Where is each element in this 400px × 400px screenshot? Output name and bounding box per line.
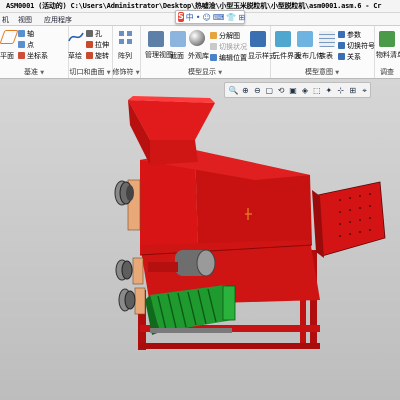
group-model-intent-label[interactable]: 模型意图 ▼: [270, 67, 374, 77]
group-investigate-label[interactable]: 调查: [374, 67, 400, 77]
pattern-button[interactable]: 阵列: [118, 51, 132, 61]
refit-icon[interactable]: 🔍: [228, 85, 239, 96]
edit-position-button[interactable]: 编辑位置: [210, 53, 247, 63]
component-interface-icon: [275, 31, 291, 47]
ime-toolbar[interactable]: S 中 • ☺ ⌨ 👕 ⊞: [175, 10, 245, 24]
menu-view[interactable]: 视图: [18, 15, 32, 25]
menu-applications[interactable]: 应用程序: [44, 15, 72, 25]
switch-symbols-button[interactable]: 切换符号: [338, 41, 375, 51]
plane-button[interactable]: 平面: [0, 51, 14, 61]
group-cuts-label[interactable]: 切口和曲面 ▼: [68, 67, 112, 77]
extrude-icon: [86, 41, 93, 48]
chevron-down-icon: ▼: [135, 70, 140, 76]
ime-menu-icon[interactable]: ⊞: [238, 13, 245, 22]
zoom-out-icon[interactable]: ⊖: [252, 85, 263, 96]
edit-position-icon: [210, 54, 217, 61]
chevron-down-icon: ▼: [335, 70, 340, 76]
axis-button[interactable]: 轴: [18, 29, 34, 39]
explode-view-button[interactable]: 分解图: [210, 31, 240, 41]
group-datum-label[interactable]: 基准 ▼: [0, 67, 68, 77]
appearance-gallery-button[interactable]: 外观库: [188, 51, 209, 61]
point-icon: [18, 41, 25, 48]
ribbon: 平面 轴 点 坐标系 基准 ▼ 草绘 孔 拉伸 旋转 切口和曲面 ▼ 阵列 修饰…: [0, 26, 400, 79]
toggle-status-button: 切换状况: [210, 42, 247, 52]
manage-views-button[interactable]: 管理视图: [145, 51, 173, 59]
discharge-chute: [312, 181, 386, 258]
repaint-icon[interactable]: ▢: [264, 85, 275, 96]
corn-thresher-model[interactable]: [0, 79, 400, 400]
group-model-intent: 元件界面 发布几何 族表 参数 切换符号 关系 模型意图 ▼: [270, 26, 375, 78]
relations-icon: [338, 53, 345, 60]
ime-punct-icon[interactable]: •: [196, 13, 201, 22]
sketch-button[interactable]: 草绘: [68, 51, 82, 61]
perspective-icon[interactable]: ✦: [323, 85, 334, 96]
ime-keyboard-icon[interactable]: ⌨: [213, 13, 225, 22]
section-button[interactable]: 截面: [170, 51, 184, 61]
plane-icon: [0, 30, 19, 44]
revolve-icon: [86, 52, 93, 59]
view-manager-icon[interactable]: ⬚: [311, 85, 322, 96]
bill-of-materials-icon: [379, 31, 395, 47]
pattern-icon: [119, 31, 132, 44]
menu-model[interactable]: 机: [2, 15, 9, 25]
annotation-display-icon[interactable]: ⊞: [347, 85, 358, 96]
group-model-display-label[interactable]: 模型显示 ▼: [140, 67, 270, 77]
datum-display-icon[interactable]: ⊹: [335, 85, 346, 96]
spin-center-icon[interactable]: ⟲: [276, 85, 287, 96]
appearance-gallery-icon: [189, 30, 205, 46]
spin-center-toggle-icon[interactable]: ⌖: [359, 85, 370, 96]
group-modifiers-label[interactable]: 修饰符 ▼: [112, 67, 140, 77]
switch-symbols-icon: [338, 42, 345, 49]
toggle-status-icon: [210, 43, 217, 50]
chevron-down-icon: ▼: [106, 70, 111, 76]
group-modifiers: 阵列 修饰符 ▼: [112, 26, 141, 78]
point-button[interactable]: 点: [18, 40, 34, 50]
family-table-icon: [319, 31, 335, 47]
bom-button[interactable]: 物料清单: [376, 51, 400, 59]
ime-skin-icon[interactable]: 👕: [226, 13, 236, 22]
group-datum: 平面 轴 点 坐标系 基准 ▼: [0, 26, 69, 78]
group-model-display: 管理视图 截面 外观库 分解图 切换状况 编辑位置 显示样式 模型显示 ▼: [140, 26, 276, 78]
chevron-down-icon: ▼: [40, 70, 45, 76]
group-cuts-surfaces: 草绘 孔 拉伸 旋转 切口和曲面 ▼: [68, 26, 113, 78]
ime-chinese-icon[interactable]: 中: [186, 12, 194, 23]
ime-logo-icon: S: [178, 12, 184, 22]
publish-geometry-icon: [297, 31, 313, 47]
hole-icon: [86, 30, 93, 37]
extrude-button[interactable]: 拉伸: [86, 40, 109, 50]
group-investigate: 物料清单 调查: [374, 26, 400, 78]
graphics-viewport[interactable]: [0, 79, 400, 400]
display-style-toolbar-icon[interactable]: ▣: [288, 85, 299, 96]
manage-views-icon: [148, 31, 164, 47]
parameters-button[interactable]: 参数: [338, 30, 361, 40]
display-style-icon: [250, 31, 266, 47]
chevron-down-icon: ▼: [218, 70, 223, 76]
graphics-toolbar: 🔍 ⊕ ⊖ ▢ ⟲ ▣ ◈ ⬚ ✦ ⊹ ⊞ ⌖: [224, 82, 371, 98]
section-icon: [170, 31, 186, 47]
sketch-icon: [68, 32, 84, 42]
ime-emoji-icon[interactable]: ☺: [202, 13, 210, 22]
csys-icon: [18, 52, 25, 59]
family-table-button[interactable]: 族表: [319, 51, 333, 61]
saved-orientations-icon[interactable]: ◈: [300, 85, 311, 96]
machine-body: [139, 150, 320, 305]
hole-button[interactable]: 孔: [86, 29, 102, 39]
revolve-button[interactable]: 旋转: [86, 51, 109, 61]
explode-view-icon: [210, 32, 217, 39]
zoom-in-icon[interactable]: ⊕: [240, 85, 251, 96]
relations-button[interactable]: 关系: [338, 52, 361, 62]
axis-icon: [18, 30, 25, 37]
csys-button[interactable]: 坐标系: [18, 51, 48, 61]
parameters-icon: [338, 31, 345, 38]
